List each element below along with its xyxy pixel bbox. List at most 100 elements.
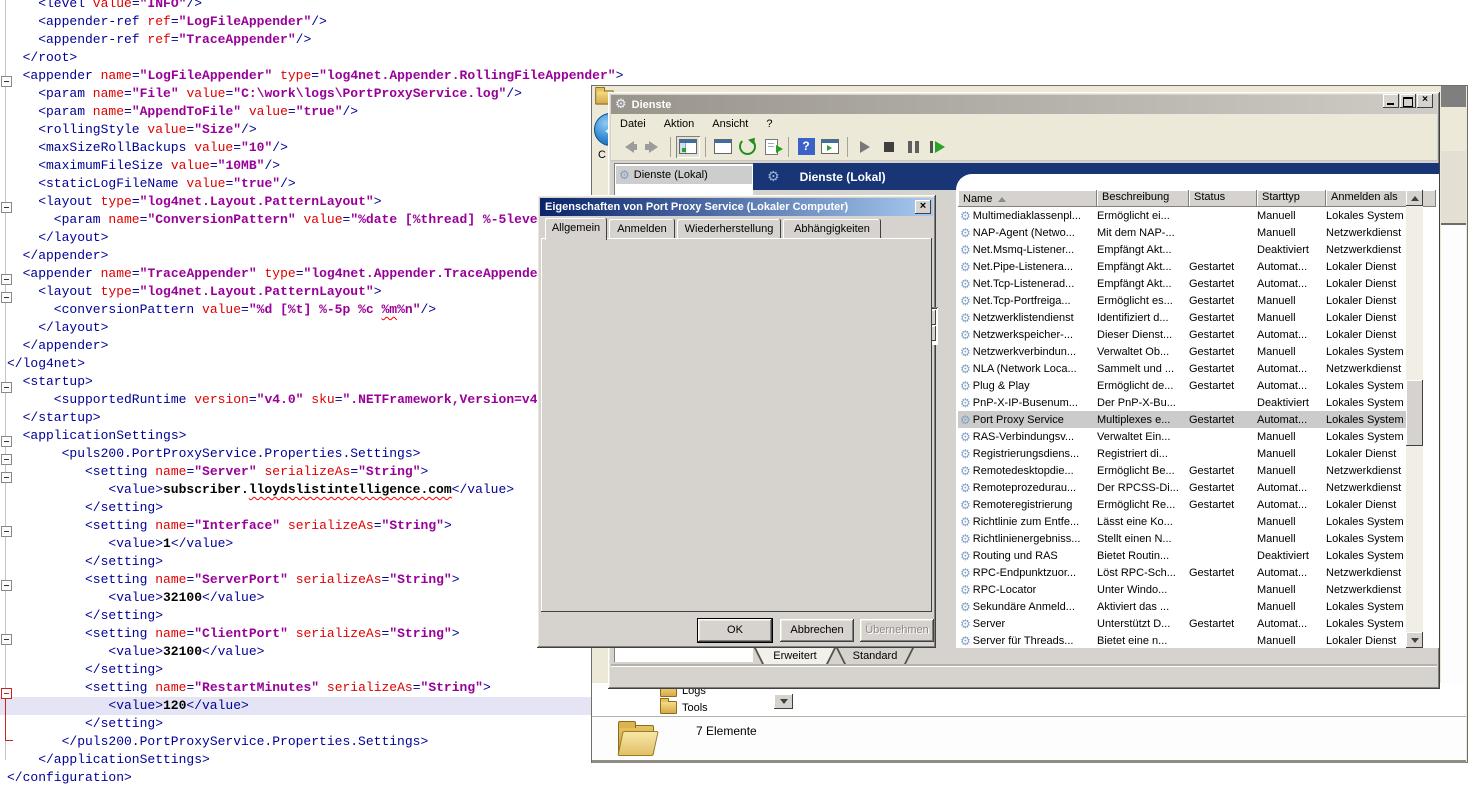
fold-marker-icon[interactable]	[1, 202, 12, 213]
toolbar-separator	[705, 137, 706, 157]
scroll-up-button[interactable]	[1406, 190, 1423, 206]
table-row[interactable]: ⚙Net.Tcp-Portfreiga...Ermöglicht es...Ge…	[958, 292, 1406, 309]
service-gear-icon: ⚙	[960, 532, 971, 546]
maximize-button[interactable]	[1400, 94, 1416, 108]
table-row[interactable]: ⚙NAP-Agent (Netwo...Mit dem NAP-...Manue…	[958, 224, 1406, 241]
dropdown-button[interactable]	[774, 694, 793, 709]
code-line: <param name="AppendToFile" value="true"/…	[0, 103, 658, 121]
fold-marker-icon[interactable]	[1, 292, 12, 303]
list-item[interactable]: Tools	[660, 701, 708, 714]
help-icon[interactable]: ?	[794, 136, 818, 158]
table-row[interactable]: ⚙Plug & PlayErmöglicht de...GestartetAut…	[958, 377, 1406, 394]
code-line: <appender name="LogFileAppender" type="l…	[0, 67, 643, 85]
table-row[interactable]: ⚙Server für Threads...Bietet eine n...Ma…	[958, 632, 1406, 648]
vertical-scrollbar[interactable]	[1406, 190, 1423, 648]
stop-service-icon[interactable]	[877, 136, 901, 158]
code-line: <appender-ref ref="LogFileAppender"/>	[0, 13, 658, 31]
table-row[interactable]: ⚙Port Proxy ServiceMultiplexes e...Gesta…	[958, 411, 1406, 428]
tab-erweitert[interactable]: Erweitert	[754, 648, 836, 666]
uebernehmen-button[interactable]: Übernehmen	[860, 619, 934, 642]
menu-datei[interactable]: Datei	[611, 118, 655, 130]
tree-item-dienste-lokal[interactable]: ⚙ Dienste (Lokal)	[616, 166, 752, 184]
back-icon[interactable]	[617, 136, 641, 158]
fold-marker-icon[interactable]	[1, 472, 12, 483]
table-row[interactable]: ⚙Remoteprozedurau...Der RPCSS-Di...Gesta…	[958, 479, 1406, 496]
service-gear-icon: ⚙	[960, 583, 971, 597]
table-row[interactable]: ⚙Netzwerkspeicher-...Dieser Dienst...Ges…	[958, 326, 1406, 343]
properties-icon[interactable]	[711, 136, 735, 158]
code-line: </configuration>	[0, 769, 627, 787]
fold-marker-icon[interactable]	[1, 436, 12, 447]
fold-marker-icon[interactable]	[1, 454, 12, 465]
table-row[interactable]: ⚙Richtlinienergebniss...Stellt einen N..…	[958, 530, 1406, 547]
table-row[interactable]: ⚙Richtlinie zum Entfe...Lässt eine Ko...…	[958, 513, 1406, 530]
table-row[interactable]: ⚙RemoteregistrierungErmöglicht Re...Gest…	[958, 496, 1406, 513]
table-row[interactable]: ⚙Routing und RASBietet Routin...Deaktivi…	[958, 547, 1406, 564]
tab-anmelden[interactable]: Anmelden	[609, 219, 675, 239]
services-rows: ⚙Multimediaklassenpl...Ermöglicht ei...M…	[958, 207, 1406, 648]
table-row[interactable]: ⚙RPC-Endpunktzuor...Löst RPC-Sch...Gesta…	[958, 564, 1406, 581]
export-list-icon[interactable]	[759, 136, 783, 158]
tab-wiederherstellung[interactable]: Wiederherstellung	[677, 219, 781, 239]
column-header-beschreibung[interactable]: Beschreibung	[1097, 190, 1189, 207]
column-header-anmelden-als[interactable]: Anmelden als	[1326, 190, 1418, 207]
tab-standard[interactable]: Standard	[836, 648, 914, 666]
scrollbar-thumb[interactable]	[1406, 380, 1423, 446]
fold-marker-icon[interactable]	[1, 634, 12, 645]
forward-icon[interactable]	[641, 136, 665, 158]
table-row[interactable]: ⚙Sekundäre Anmeld...Aktiviert das ...Man…	[958, 598, 1406, 615]
scroll-down-button[interactable]	[1406, 632, 1423, 648]
table-row[interactable]: ⚙Netzwerkverbindun...Verwaltet Ob...Gest…	[958, 343, 1406, 360]
sort-asc-icon	[998, 197, 1006, 202]
table-row[interactable]: ⚙Net.Msmq-Listener...Empfängt Akt...Deak…	[958, 241, 1406, 258]
fold-marker-icon[interactable]	[1, 526, 12, 537]
table-row[interactable]: ⚙NetzwerklistendienstIdentifiziert d...G…	[958, 309, 1406, 326]
code-line: <staticLogFileName value="true"/>	[0, 175, 658, 193]
toolbar-separator	[847, 137, 848, 157]
dialog-titlebar[interactable]: Eigenschaften von Port Proxy Service (Lo…	[540, 198, 933, 216]
column-header-name[interactable]: Name	[958, 190, 1097, 207]
table-row[interactable]: ⚙Net.Tcp-Listenerad...Empfängt Akt...Ges…	[958, 275, 1406, 292]
close-button[interactable]: ×	[1417, 94, 1433, 108]
table-row[interactable]: ⚙RAS-Verbindungsv...Verwaltet Ein...Manu…	[958, 428, 1406, 445]
tab-allgemein[interactable]: Allgemein	[545, 218, 607, 240]
service-gear-icon: ⚙	[960, 617, 971, 631]
menu-hilfe[interactable]: ?	[757, 118, 781, 130]
table-row[interactable]: ⚙Registrierungsdiens...Registriert di...…	[958, 445, 1406, 462]
fold-marker-changed-icon[interactable]	[1, 688, 12, 699]
ok-button[interactable]: OK	[698, 619, 772, 642]
table-row[interactable]: ⚙Remotedesktopdie...Ermöglicht Be...Gest…	[958, 462, 1406, 479]
menu-aktion[interactable]: Aktion	[655, 118, 704, 130]
service-gear-icon: ⚙	[960, 294, 971, 308]
code-line: <appender-ref ref="TraceAppender"/>	[0, 31, 658, 49]
menu-ansicht[interactable]: Ansicht	[703, 118, 757, 130]
start-service-icon[interactable]	[853, 136, 877, 158]
service-gear-icon: ⚙	[960, 430, 971, 444]
fold-marker-icon[interactable]	[1, 76, 12, 87]
fold-marker-icon[interactable]	[1, 580, 12, 591]
window-titlebar[interactable]: ⚙ Dienste	[611, 95, 1437, 114]
table-row[interactable]: ⚙RPC-LocatorUnter Windo...ManuellNetzwer…	[958, 581, 1406, 598]
tab-abhaengigkeiten[interactable]: Abhängigkeiten	[783, 219, 881, 239]
dialog-close-icon[interactable]: ×	[915, 200, 931, 214]
new-window-icon[interactable]	[818, 136, 842, 158]
table-row[interactable]: ⚙NLA (Network Loca...Sammelt und ...Gest…	[958, 360, 1406, 377]
table-row[interactable]: ⚙Net.Pipe-Listenera...Empfängt Akt...Ges…	[958, 258, 1406, 275]
code-line: <maximumFileSize value="10MB"/>	[0, 157, 658, 175]
table-row[interactable]: ⚙PnP-X-IP-Busenum...Der PnP-X-Bu...Deakt…	[958, 394, 1406, 411]
service-gear-icon: ⚙	[960, 277, 971, 291]
fold-marker-icon[interactable]	[1, 382, 12, 393]
show-console-tree-icon[interactable]	[676, 136, 700, 158]
service-gear-icon: ⚙	[960, 226, 971, 240]
refresh-icon[interactable]	[735, 136, 759, 158]
minimize-button[interactable]	[1383, 94, 1399, 108]
table-row[interactable]: ⚙Multimediaklassenpl...Ermöglicht ei...M…	[958, 207, 1406, 224]
column-header-starttyp[interactable]: Starttyp	[1257, 190, 1326, 207]
abbrechen-button[interactable]: Abbrechen	[780, 619, 854, 642]
status-text: 7 Elemente	[696, 724, 757, 738]
fold-marker-icon[interactable]	[1, 274, 12, 285]
column-header-status[interactable]: Status	[1189, 190, 1257, 207]
restart-service-icon[interactable]	[925, 136, 949, 158]
table-row[interactable]: ⚙ServerUnterstützt D...GestartetAutomat.…	[958, 615, 1406, 632]
pause-service-icon[interactable]	[901, 136, 925, 158]
